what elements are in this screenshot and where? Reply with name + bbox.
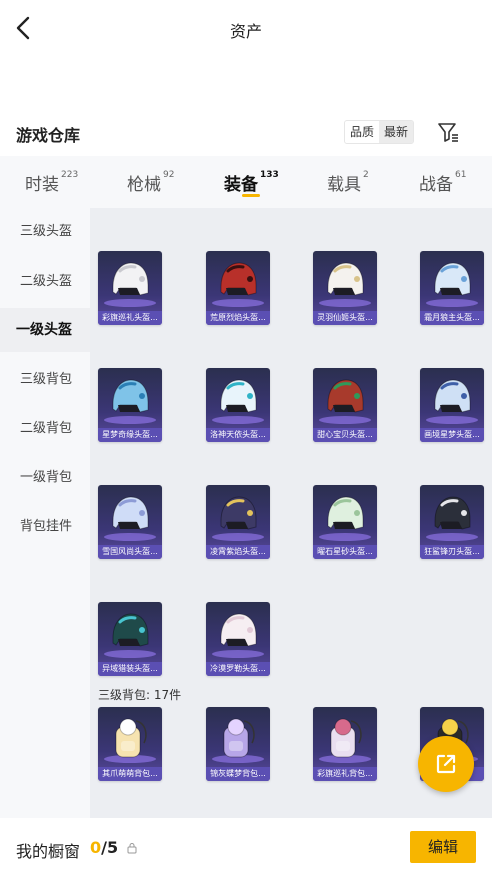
group-label: 三级背包: 17件 bbox=[98, 688, 182, 702]
item-grid: 三级背包: 17件 彩旗巡礼头盔... 荒原烈焰头盔... 灵羽仙姬头盔... 霜月狼… bbox=[90, 208, 492, 818]
helmet-card[interactable]: 彩旗巡礼头盔... bbox=[98, 251, 162, 325]
helmet-icon bbox=[220, 262, 257, 296]
tab-vehicles[interactable]: 载具 2 bbox=[327, 170, 369, 195]
tab-count: 133 bbox=[260, 170, 279, 180]
item-name: 狂鲨锋刃头盔... bbox=[420, 545, 484, 559]
showcase-total: /5 bbox=[101, 838, 119, 857]
tab-label: 枪械 bbox=[127, 175, 161, 195]
top-bar: 资产 bbox=[0, 0, 492, 58]
sort-option-latest[interactable]: 最新 bbox=[379, 121, 414, 143]
tab-count: 61 bbox=[455, 170, 467, 180]
showcase-count: 0/5 bbox=[90, 838, 118, 857]
item-name: 荒原烈焰头盔... bbox=[206, 311, 270, 325]
sidebar: 三级头盔 二级头盔 一级头盔 三级背包 二级背包 一级背包 背包挂件 bbox=[0, 208, 90, 818]
active-tab-indicator bbox=[242, 194, 260, 197]
tab-count: 223 bbox=[61, 170, 79, 180]
item-name: 霜月狼主头盔... bbox=[420, 311, 484, 325]
helmet-card[interactable]: 荒原烈焰头盔... bbox=[206, 251, 270, 325]
helmet-icon bbox=[112, 496, 149, 530]
helmet-card[interactable]: 画境星梦头盔... bbox=[420, 368, 484, 442]
helmet-icon bbox=[220, 496, 257, 530]
tab-fashion[interactable]: 时装 223 bbox=[25, 170, 78, 195]
helmet-icon bbox=[112, 262, 149, 296]
helmet-icon bbox=[327, 379, 364, 413]
item-name: 异域猎装头盔... bbox=[98, 662, 162, 676]
tab-label: 时装 bbox=[25, 175, 59, 195]
item-name: 画境星梦头盔... bbox=[420, 428, 484, 442]
sort-option-quality[interactable]: 品质 bbox=[345, 121, 379, 143]
sidebar-item-level2-backpack[interactable]: 二级背包 bbox=[0, 407, 90, 451]
helmet-icon bbox=[434, 496, 471, 530]
item-name: 凌霄紫焰头盔... bbox=[206, 545, 270, 559]
backpack-icon bbox=[330, 718, 362, 758]
backpack-card[interactable]: 锦灰蝶梦背包... bbox=[206, 707, 270, 781]
tab-firearms[interactable]: 枪械 92 bbox=[127, 170, 174, 195]
backpack-icon bbox=[115, 718, 147, 758]
backpack-icon bbox=[223, 718, 255, 758]
item-name: 彩旗巡礼背包... bbox=[313, 767, 377, 781]
backpack-card[interactable]: 其爪萌萌背包... bbox=[98, 707, 162, 781]
showcase-current: 0 bbox=[90, 838, 102, 857]
item-name: 曜石星砂头盔... bbox=[313, 545, 377, 559]
helmet-icon bbox=[327, 262, 364, 296]
helmet-card[interactable]: 洛神天依头盔... bbox=[206, 368, 270, 442]
tab-label: 装备 bbox=[224, 175, 258, 195]
item-name: 甜心宝贝头盔... bbox=[313, 428, 377, 442]
bottom-bar: 我的橱窗 0/5 编辑 bbox=[0, 818, 492, 876]
tab-count: 2 bbox=[363, 170, 369, 180]
helmet-card[interactable]: 冷漠罗勒头盔... bbox=[206, 602, 270, 676]
sidebar-item-level3-backpack[interactable]: 三级背包 bbox=[0, 358, 90, 402]
item-name: 冷漠罗勒头盔... bbox=[206, 662, 270, 676]
item-name: 彩旗巡礼头盔... bbox=[98, 311, 162, 325]
tab-label: 载具 bbox=[327, 175, 361, 195]
sidebar-item-level3-helmet[interactable]: 三级头盔 bbox=[0, 210, 90, 254]
item-name: 灵羽仙姬头盔... bbox=[313, 311, 377, 325]
helmet-card[interactable]: 异域猎装头盔... bbox=[98, 602, 162, 676]
sidebar-item-level1-helmet[interactable]: 一级头盔 bbox=[0, 308, 90, 352]
item-name: 星梦奇缘头盔... bbox=[98, 428, 162, 442]
section-title: 游戏仓库 bbox=[16, 126, 81, 145]
helmet-icon bbox=[112, 613, 149, 647]
sort-toggle: 品质 最新 bbox=[344, 120, 415, 144]
helmet-card[interactable]: 霜月狼主头盔... bbox=[420, 251, 484, 325]
helmet-icon bbox=[112, 379, 149, 413]
helmet-card[interactable]: 凌霄紫焰头盔... bbox=[206, 485, 270, 559]
item-name: 洛神天依头盔... bbox=[206, 428, 270, 442]
helmet-icon bbox=[220, 379, 257, 413]
sidebar-item-backpack-charm[interactable]: 背包挂件 bbox=[0, 505, 90, 549]
tab-count: 92 bbox=[163, 170, 175, 180]
showcase-label: 我的橱窗 bbox=[16, 842, 81, 861]
helmet-icon bbox=[434, 379, 471, 413]
backpack-card[interactable]: 彩旗巡礼背包... bbox=[313, 707, 377, 781]
lock-icon bbox=[127, 843, 137, 854]
edit-button[interactable]: 编辑 bbox=[410, 831, 476, 863]
sidebar-item-level2-helmet[interactable]: 二级头盔 bbox=[0, 260, 90, 304]
page-title: 资产 bbox=[229, 22, 262, 41]
helmet-icon bbox=[327, 496, 364, 530]
helmet-card[interactable]: 甜心宝贝头盔... bbox=[313, 368, 377, 442]
filter-icon[interactable] bbox=[436, 120, 460, 144]
sidebar-item-level1-backpack[interactable]: 一级背包 bbox=[0, 456, 90, 500]
helmet-icon bbox=[220, 613, 257, 647]
helmet-card[interactable]: 星梦奇缘头盔... bbox=[98, 368, 162, 442]
tab-supplies[interactable]: 战备 61 bbox=[419, 170, 466, 195]
item-name: 其爪萌萌背包... bbox=[98, 767, 162, 781]
item-name: 雪国风尚头盔... bbox=[98, 545, 162, 559]
category-tabs: 时装 223 枪械 92 装备 133 载具 2 战备 61 bbox=[0, 156, 492, 208]
tab-equipment[interactable]: 装备 133 bbox=[224, 170, 279, 195]
helmet-card[interactable]: 狂鲨锋刃头盔... bbox=[420, 485, 484, 559]
helmet-card[interactable]: 曜石星砂头盔... bbox=[313, 485, 377, 559]
helmet-card[interactable]: 雪国风尚头盔... bbox=[98, 485, 162, 559]
section-header: 游戏仓库 品质 最新 bbox=[0, 116, 492, 152]
helmet-card[interactable]: 灵羽仙姬头盔... bbox=[313, 251, 377, 325]
helmet-icon bbox=[434, 262, 471, 296]
share-fab[interactable] bbox=[418, 736, 474, 792]
tab-label: 战备 bbox=[419, 175, 453, 195]
item-name: 锦灰蝶梦背包... bbox=[206, 767, 270, 781]
external-link-icon bbox=[436, 754, 456, 774]
